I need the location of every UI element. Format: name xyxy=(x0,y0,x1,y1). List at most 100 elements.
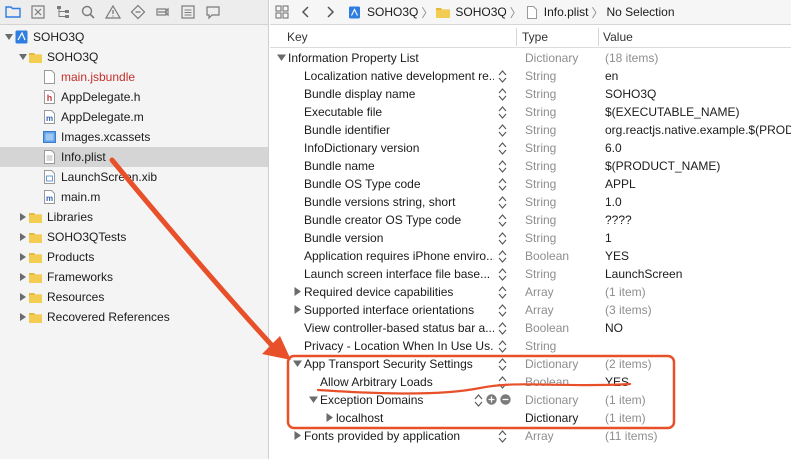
project-row[interactable]: SOHO3Q xyxy=(0,27,268,47)
breadcrumb-project[interactable]: SOHO3Q xyxy=(348,5,418,19)
plist-row[interactable]: View controller-based status bar a... Bo… xyxy=(270,319,791,337)
group-row[interactable]: SOHO3Q xyxy=(0,47,268,67)
plist-row[interactable]: Bundle identifier String org.reactjs.nat… xyxy=(270,121,791,139)
disclosure-collapsed-icon[interactable] xyxy=(18,232,28,242)
plist-type[interactable]: String xyxy=(525,339,556,353)
plist-type[interactable]: String xyxy=(525,231,556,245)
plist-value[interactable]: 6.0 xyxy=(605,141,791,155)
plist-row[interactable]: Bundle display name String SOHO3Q xyxy=(270,85,791,103)
plist-key[interactable]: Supported interface orientations xyxy=(304,303,494,317)
group-row-recovered[interactable]: Recovered References xyxy=(0,307,268,327)
plist-value[interactable]: ???? xyxy=(605,213,791,227)
plist-key[interactable]: Required device capabilities xyxy=(304,285,494,299)
disclosure-collapsed-icon[interactable] xyxy=(293,287,302,296)
stepper-icon[interactable] xyxy=(498,304,507,317)
breadcrumb-selection[interactable]: No Selection xyxy=(606,5,674,19)
plist-type[interactable]: String xyxy=(525,123,556,137)
column-divider[interactable] xyxy=(516,28,517,46)
bookmark-icon[interactable] xyxy=(150,0,175,25)
plist-row[interactable]: Bundle versions string, short String 1.0 xyxy=(270,193,791,211)
list-icon[interactable] xyxy=(175,0,200,25)
plist-key[interactable]: Privacy - Location When In Use Us... xyxy=(304,339,494,353)
file-row-appdelegate-h[interactable]: h AppDelegate.h xyxy=(0,87,268,107)
stepper-icon[interactable] xyxy=(498,358,507,371)
plist-row[interactable]: Launch screen interface file base... Str… xyxy=(270,265,791,283)
plist-type[interactable]: String xyxy=(525,141,556,155)
plist-key[interactable]: Bundle version xyxy=(304,231,494,245)
group-row-products[interactable]: Products xyxy=(0,247,268,267)
plist-row-ats[interactable]: App Transport Security Settings Dictiona… xyxy=(270,355,791,373)
group-row-frameworks[interactable]: Frameworks xyxy=(0,267,268,287)
plist-key[interactable]: Bundle display name xyxy=(304,87,494,101)
group-row-libraries[interactable]: Libraries xyxy=(0,207,268,227)
disclosure-expanded-icon[interactable] xyxy=(18,52,28,62)
disclosure-collapsed-icon[interactable] xyxy=(18,312,28,322)
plist-row[interactable]: Privacy - Location When In Use Us... Str… xyxy=(270,337,791,355)
plist-type[interactable]: Boolean xyxy=(525,249,569,263)
stepper-icon[interactable] xyxy=(498,196,507,209)
plist-type[interactable]: String xyxy=(525,195,556,209)
plist-type[interactable]: Dictionary xyxy=(525,393,578,407)
plist-type[interactable]: Dictionary xyxy=(525,357,578,371)
file-row-appdelegate-m[interactable]: m AppDelegate.m xyxy=(0,107,268,127)
folder-icon[interactable] xyxy=(0,0,25,25)
hierarchy-icon[interactable] xyxy=(50,0,75,25)
group-row-resources[interactable]: Resources xyxy=(0,287,268,307)
disclosure-collapsed-icon[interactable] xyxy=(18,252,28,262)
stepper-icon[interactable] xyxy=(498,124,507,137)
plist-value[interactable]: YES xyxy=(605,375,791,389)
plist-key[interactable]: Exception Domains xyxy=(320,393,470,407)
stepper-icon[interactable] xyxy=(474,394,483,407)
plist-type[interactable]: String xyxy=(525,267,556,281)
plist-type[interactable]: Array xyxy=(525,285,554,299)
plist-row[interactable]: InfoDictionary version String 6.0 xyxy=(270,139,791,157)
disclosure-expanded-icon[interactable] xyxy=(277,53,286,62)
plist-value[interactable]: YES xyxy=(605,249,791,263)
stepper-icon[interactable] xyxy=(498,322,507,335)
disclosure-expanded-icon[interactable] xyxy=(4,32,14,42)
plist-key[interactable]: Executable file xyxy=(304,105,494,119)
disclosure-collapsed-icon[interactable] xyxy=(293,305,302,314)
disclosure-expanded-icon[interactable] xyxy=(309,395,318,404)
file-row-images-xcassets[interactable]: Images.xcassets xyxy=(0,127,268,147)
speech-bubble-icon[interactable] xyxy=(200,0,225,25)
plist-row-exception-domains[interactable]: Exception Domains Dictionary (1 item) xyxy=(270,391,791,409)
column-value-header[interactable]: Value xyxy=(603,30,633,44)
plist-type[interactable]: String xyxy=(525,177,556,191)
disclosure-collapsed-icon[interactable] xyxy=(325,413,334,422)
plist-key[interactable]: InfoDictionary version xyxy=(304,141,494,155)
plist-key[interactable]: Bundle OS Type code xyxy=(304,177,494,191)
plist-key[interactable]: View controller-based status bar a... xyxy=(304,321,494,335)
disclosure-collapsed-icon[interactable] xyxy=(18,212,28,222)
plist-key[interactable]: App Transport Security Settings xyxy=(304,357,494,371)
disclosure-collapsed-icon[interactable] xyxy=(293,431,302,440)
stepper-icon[interactable] xyxy=(498,88,507,101)
stepper-icon[interactable] xyxy=(498,232,507,245)
remove-item-icon[interactable] xyxy=(500,394,511,405)
plist-value[interactable]: $(PRODUCT_NAME) xyxy=(605,159,791,173)
plist-row[interactable]: Application requires iPhone enviro... Bo… xyxy=(270,247,791,265)
plist-value[interactable]: LaunchScreen xyxy=(605,267,791,281)
plist-key[interactable]: Bundle identifier xyxy=(304,123,494,137)
forward-arrow-icon[interactable] xyxy=(318,0,342,25)
search-icon[interactable] xyxy=(75,0,100,25)
stepper-icon[interactable] xyxy=(498,376,507,389)
plist-type[interactable]: Array xyxy=(525,429,554,443)
stepper-icon[interactable] xyxy=(498,70,507,83)
stepper-icon[interactable] xyxy=(498,268,507,281)
file-row-main-m[interactable]: m main.m xyxy=(0,187,268,207)
plist-type[interactable]: String xyxy=(525,159,556,173)
breadcrumb-group[interactable]: SOHO3Q xyxy=(436,5,507,19)
disclosure-expanded-icon[interactable] xyxy=(293,359,302,368)
stepper-icon[interactable] xyxy=(498,214,507,227)
file-row-main-jsbundle[interactable]: main.jsbundle xyxy=(0,67,268,87)
plist-key[interactable]: Fonts provided by application xyxy=(304,429,494,443)
plist-type[interactable]: String xyxy=(525,87,556,101)
plist-type[interactable]: Boolean xyxy=(525,375,569,389)
plist-type[interactable]: Boolean xyxy=(525,321,569,335)
plist-row[interactable]: Supported interface orientations Array (… xyxy=(270,301,791,319)
diamond-icon[interactable] xyxy=(125,0,150,25)
plist-row[interactable]: Bundle name String $(PRODUCT_NAME) xyxy=(270,157,791,175)
plist-row[interactable]: Localization native development re... St… xyxy=(270,67,791,85)
plist-key[interactable]: Bundle versions string, short xyxy=(304,195,494,209)
